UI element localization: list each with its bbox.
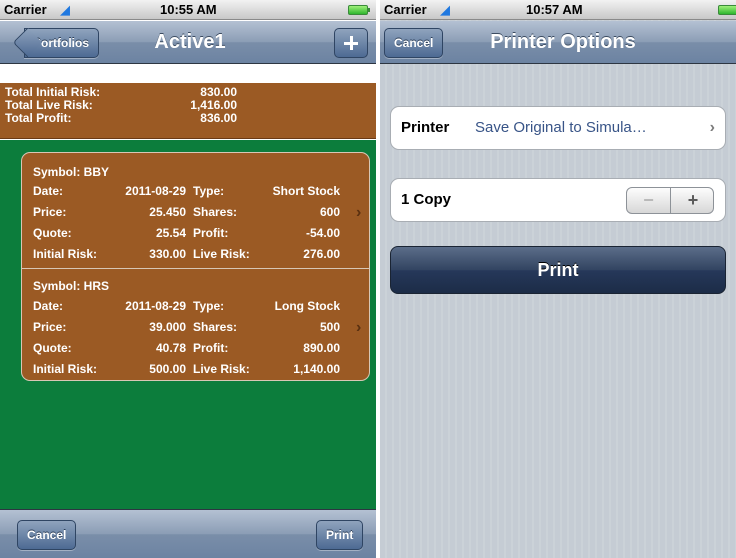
trade-row-bby[interactable]: Symbol: BBY Date: 2011-08-29 Type: Short…	[22, 153, 369, 267]
portfolios-back-button[interactable]: Portfolios	[12, 27, 104, 58]
trade-profit: 890.00	[303, 341, 340, 355]
trade-initial-risk-label: Initial Risk:	[33, 362, 98, 376]
nav-bar: Portfolios Active1	[0, 21, 376, 64]
status-bar: Carrier ◢ 10:55 AM	[0, 0, 376, 20]
trade-quote: 40.78	[155, 341, 186, 355]
bottom-toolbar: Cancel Print	[0, 509, 376, 558]
nav-bar: Cancel Printer Options	[380, 21, 736, 64]
decrement-button[interactable]: −	[627, 188, 671, 213]
trade-profit-label: Profit:	[193, 341, 229, 355]
trade-profit: -54.00	[305, 226, 340, 240]
copies-label: 1 Copy	[401, 191, 452, 208]
trade-price-label: Price:	[33, 320, 67, 334]
copies-row: 1 Copy − +	[390, 178, 726, 222]
trade-initial-risk-label: Initial Risk:	[33, 247, 98, 261]
trade-shares: 500	[319, 320, 340, 334]
print-button[interactable]: Print	[390, 246, 726, 294]
trade-row-hrs[interactable]: Symbol: HRS Date: 2011-08-29 Type: Long …	[22, 268, 369, 380]
trade-date-label: Date:	[33, 299, 64, 313]
trade-live-risk-label: Live Risk:	[193, 362, 250, 376]
chevron-right-icon: ›	[709, 119, 715, 136]
trade-live-risk-label: Live Risk:	[193, 247, 250, 261]
wifi-icon: ◢	[440, 2, 450, 17]
chevron-right-icon: ›	[356, 319, 362, 336]
portfolio-summary: Total Initial Risk: 830.00 Total Live Ri…	[0, 83, 376, 139]
trade-quote-label: Quote:	[33, 226, 72, 240]
trade-symbol: Symbol: BBY	[33, 165, 110, 179]
trade-live-risk: 1,140.00	[293, 362, 340, 376]
trade-date-label: Date:	[33, 184, 64, 198]
trade-type: Short Stock	[272, 184, 340, 198]
trade-symbol: Symbol: HRS	[33, 279, 110, 293]
trade-type: Long Stock	[274, 299, 340, 313]
page-title: Active1	[154, 31, 226, 53]
printer-row[interactable]: Printer Save Original to Simula… ›	[390, 106, 726, 150]
battery-icon	[348, 5, 370, 15]
copies-stepper: − +	[626, 187, 714, 214]
trade-price: 25.450	[149, 205, 186, 219]
status-time: 10:55 AM	[160, 2, 217, 17]
summary-label: Total Profit:	[5, 111, 72, 125]
trade-date: 2011-08-29	[125, 184, 186, 198]
chevron-right-icon: ›	[356, 204, 362, 221]
trade-type-label: Type:	[193, 184, 225, 198]
add-trade-button[interactable]	[334, 28, 368, 58]
status-bar: Carrier ◢ 10:57 AM	[380, 0, 736, 20]
trade-initial-risk: 500.00	[149, 362, 186, 376]
trade-price-label: Price:	[33, 205, 67, 219]
print-button[interactable]: Print	[316, 520, 364, 550]
trades-list: Symbol: BBY Date: 2011-08-29 Type: Short…	[21, 152, 370, 381]
printer-label: Printer	[401, 119, 450, 136]
summary-value: 836.00	[200, 111, 237, 125]
trade-initial-risk: 330.00	[149, 247, 186, 261]
trade-live-risk: 276.00	[303, 247, 340, 261]
trade-profit-label: Profit:	[193, 226, 229, 240]
summary-row-total-profit: Total Profit: 836.00	[5, 112, 245, 125]
wifi-icon: ◢	[60, 2, 70, 17]
trade-price: 39.000	[149, 320, 186, 334]
carrier-label: Carrier	[4, 2, 47, 17]
status-time: 10:57 AM	[526, 2, 583, 17]
portfolio-screen: Carrier ◢ 10:55 AM Portfolios Active1 To…	[0, 0, 376, 558]
trade-shares-label: Shares:	[193, 205, 238, 219]
trade-date: 2011-08-29	[125, 299, 186, 313]
battery-icon	[718, 5, 736, 15]
page-title: Printer Options	[490, 31, 636, 53]
carrier-label: Carrier	[384, 2, 427, 17]
trade-quote-label: Quote:	[33, 341, 72, 355]
printer-options-screen: Carrier ◢ 10:57 AM Cancel Printer Option…	[380, 0, 736, 558]
increment-button[interactable]: +	[671, 188, 713, 213]
trade-shares-label: Shares:	[193, 320, 238, 334]
cancel-button[interactable]: Cancel	[384, 28, 444, 58]
cancel-button[interactable]: Cancel	[17, 520, 77, 550]
trade-type-label: Type:	[193, 299, 225, 313]
trade-shares: 600	[319, 205, 340, 219]
trade-quote: 25.54	[155, 226, 186, 240]
printer-value: Save Original to Simula…	[475, 119, 647, 136]
